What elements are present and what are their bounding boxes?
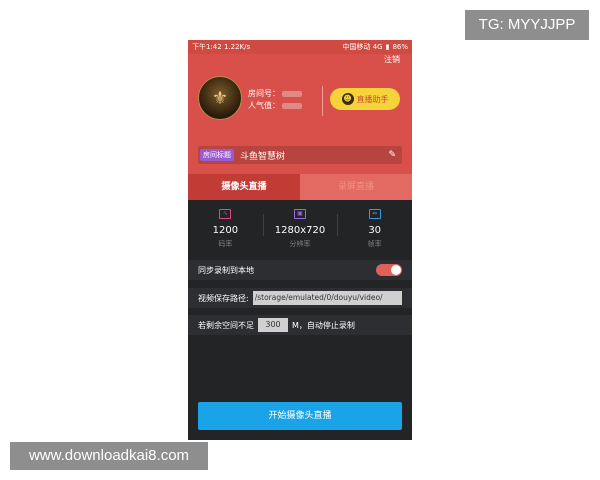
header: 注销 ⚜ 房间号： 人气值： ☻ 直播助手 房间标题 斗鱼智慧树 ✎ 摄像头直播… — [188, 54, 412, 200]
framerate-value: 30 — [368, 225, 382, 236]
save-path-row: 视频保存路径: /storage/emulated/0/douyu/video/ — [188, 288, 412, 308]
assistant-icon: ☻ — [341, 93, 354, 105]
battery-icon: ▮ — [385, 43, 390, 51]
status-left: 下午1:42 1.22K/s — [192, 40, 250, 54]
stream-stats: ∿ 1200 码率 ▣ 1280x720 分辨率 ⇔ 30 帧率 — [188, 200, 412, 252]
sync-record-toggle[interactable] — [376, 264, 402, 276]
avatar-image-icon: ⚜ — [211, 88, 229, 109]
resolution-label: 分辨率 — [289, 240, 311, 248]
room-no-row: 房间号： — [248, 88, 302, 100]
status-bar: 下午1:42 1.22K/s 中国移动 4G ▮ 86% — [188, 40, 412, 54]
popularity-label: 人气值： — [248, 101, 280, 110]
watermark-site: www.downloadkai8.com — [10, 442, 208, 470]
assistant-button[interactable]: ☻ 直播助手 — [330, 88, 400, 110]
popularity-blurred — [282, 102, 302, 109]
status-carrier: 中国移动 4G — [342, 43, 383, 51]
space-limit-prefix: 若剩余空间不足 — [198, 320, 254, 330]
header-divider — [322, 86, 323, 116]
room-no-blurred — [282, 90, 302, 97]
live-mode-tabs: 摄像头直播 录屏直播 — [188, 174, 412, 200]
room-title-label: 房间标题 — [200, 149, 234, 161]
sync-record-row: 同步录制到本地 — [188, 260, 412, 280]
phone-screen: 下午1:42 1.22K/s 中国移动 4G ▮ 86% 注销 ⚜ 房间号： 人… — [188, 40, 412, 440]
sync-record-label: 同步录制到本地 — [198, 265, 254, 275]
tab-screen-live[interactable]: 录屏直播 — [300, 174, 412, 200]
edit-icon[interactable]: ✎ — [388, 150, 396, 160]
avatar[interactable]: ⚜ — [198, 76, 242, 120]
resolution-icon: ▣ — [294, 209, 306, 219]
space-limit-row: 若剩余空间不足 300 M，自动停止录制 — [188, 315, 412, 335]
stat-bitrate[interactable]: ∿ 1200 码率 — [188, 200, 263, 252]
status-speed: 1.22K/s — [223, 43, 251, 51]
framerate-label: 帧率 — [367, 240, 382, 248]
space-limit-suffix: M，自动停止录制 — [292, 320, 355, 330]
framerate-icon: ⇔ — [368, 209, 381, 219]
room-title-value: 斗鱼智慧树 — [240, 151, 286, 162]
logout-link[interactable]: 注销 — [384, 54, 400, 65]
start-camera-live-button[interactable]: 开始摄像头直播 — [198, 402, 402, 430]
stat-framerate[interactable]: ⇔ 30 帧率 — [337, 200, 412, 252]
watermark-tg: TG: MYYJJPP — [465, 10, 589, 40]
room-info: 房间号： 人气值： — [248, 88, 302, 112]
status-time: 下午1:42 — [192, 43, 222, 51]
stat-resolution[interactable]: ▣ 1280x720 分辨率 — [262, 200, 338, 252]
room-no-label: 房间号： — [248, 89, 280, 98]
status-battery: 86% — [392, 43, 408, 51]
resolution-value: 1280x720 — [274, 225, 326, 236]
bitrate-label: 码率 — [218, 240, 233, 248]
tab-camera-live[interactable]: 摄像头直播 — [188, 174, 300, 200]
save-path-input[interactable]: /storage/emulated/0/douyu/video/ — [252, 291, 402, 305]
assistant-label: 直播助手 — [356, 94, 389, 104]
space-limit-input[interactable]: 300 — [258, 318, 288, 332]
bitrate-value: 1200 — [212, 225, 239, 236]
bitrate-icon: ∿ — [219, 209, 232, 219]
room-title-row[interactable]: 房间标题 斗鱼智慧树 ✎ — [198, 146, 402, 164]
status-right: 中国移动 4G ▮ 86% — [342, 40, 408, 54]
popularity-row: 人气值： — [248, 100, 302, 112]
save-path-label: 视频保存路径: — [198, 293, 249, 303]
